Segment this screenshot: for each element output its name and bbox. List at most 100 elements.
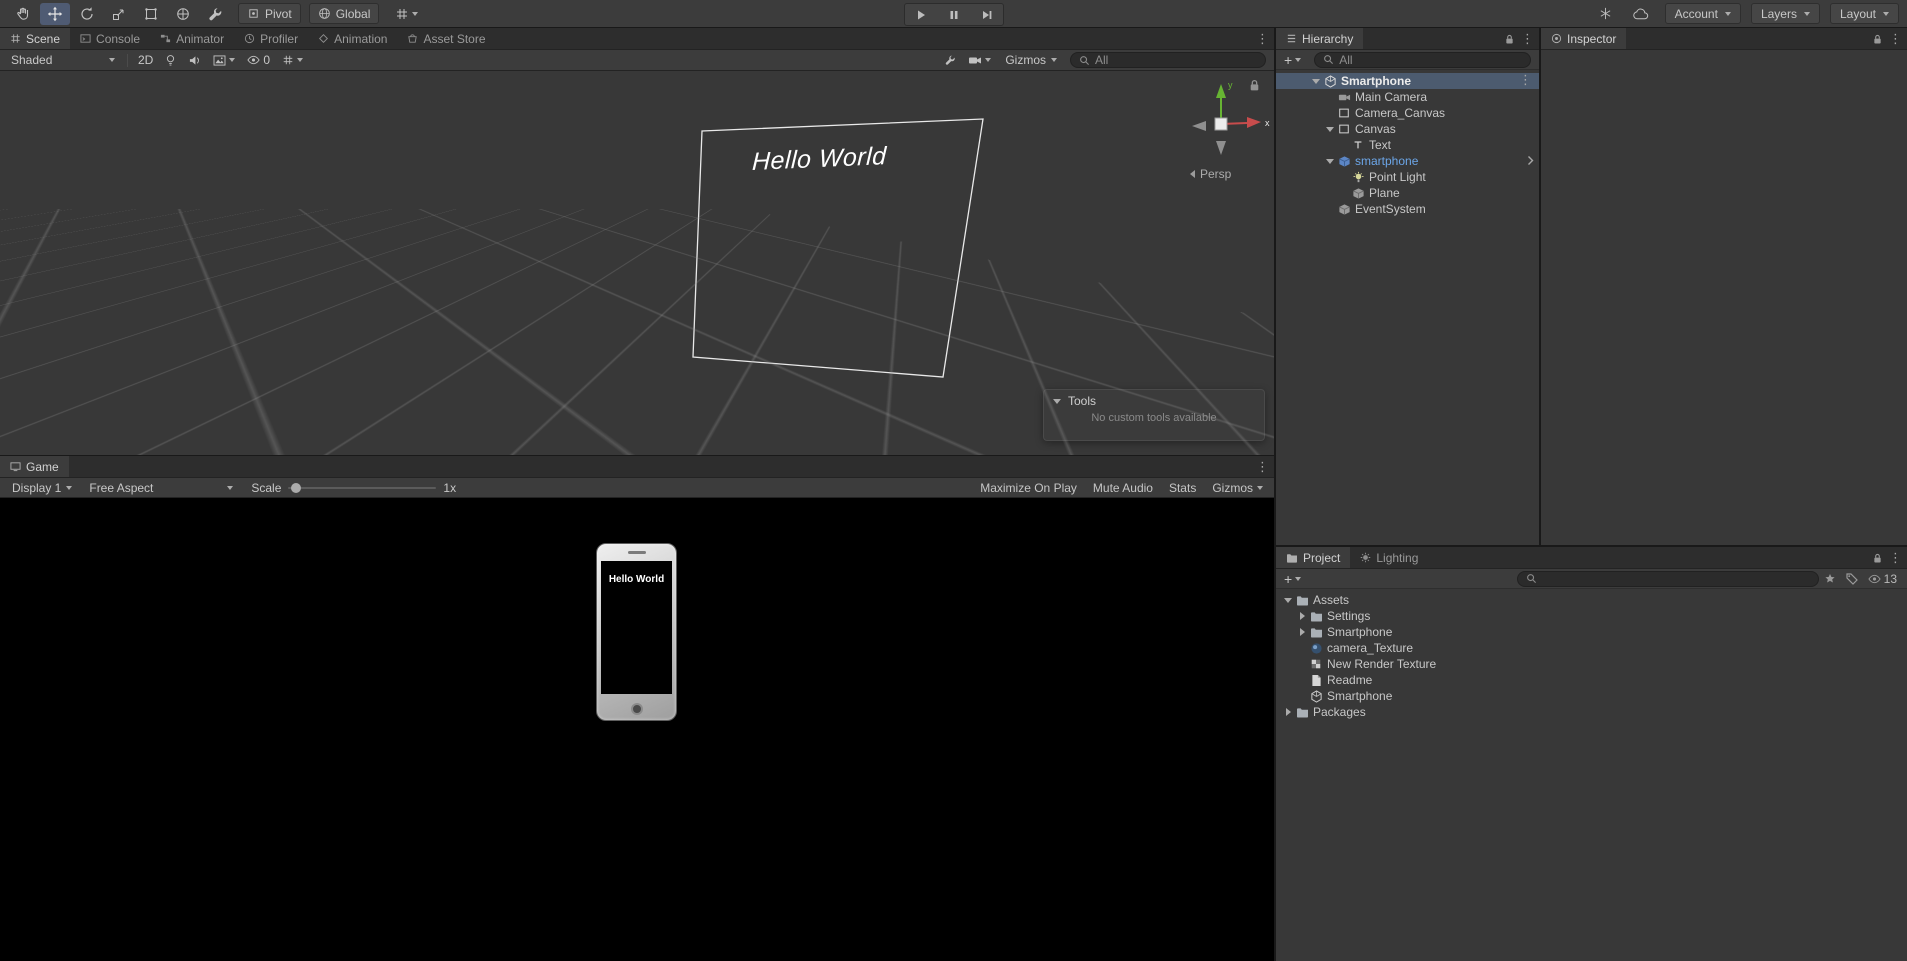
scale-slider[interactable] — [288, 481, 437, 495]
foldout-icon[interactable] — [1282, 706, 1294, 718]
project-item-settings[interactable]: Settings — [1276, 608, 1907, 624]
aspect-ratio-dropdown[interactable]: Free Aspect — [82, 479, 240, 496]
tool-settings-button[interactable] — [939, 52, 961, 69]
hidden-objects-toggle[interactable]: 0 — [242, 52, 275, 69]
global-toggle[interactable]: Global — [308, 3, 380, 24]
game-viewport: Hello World — [0, 498, 1274, 960]
custom-tools-button[interactable] — [200, 3, 230, 25]
tab-animation[interactable]: Animation — [308, 28, 397, 49]
main-toolbar: Pivot Global Account Layers Layout — [0, 0, 1907, 28]
project-item-smartphone-folder[interactable]: Smartphone — [1276, 624, 1907, 640]
foldout-icon[interactable] — [1310, 75, 1322, 87]
tab-profiler[interactable]: Profiler — [234, 28, 308, 49]
display-dropdown[interactable]: Display 1 — [5, 479, 79, 496]
animator-tab-icon — [160, 33, 171, 44]
open-prefab-arrow[interactable] — [1527, 155, 1534, 166]
project-lock-icon[interactable] — [1873, 553, 1882, 564]
tools-foldout-icon[interactable] — [1051, 395, 1063, 407]
foldout-icon[interactable] — [1296, 626, 1308, 638]
tab-lighting[interactable]: Lighting — [1350, 547, 1428, 568]
grid-snapping-button[interactable] — [391, 3, 421, 25]
scene-audio-toggle[interactable] — [183, 52, 206, 69]
tab-asset-store[interactable]: Asset Store — [397, 28, 495, 49]
scene-camera-dropdown[interactable] — [963, 52, 996, 69]
project-item-readme[interactable]: Readme — [1276, 672, 1907, 688]
project-create-button[interactable]: + — [1281, 572, 1304, 586]
services-button[interactable] — [1593, 3, 1619, 25]
gizmos-dropdown[interactable]: Gizmos — [998, 52, 1064, 69]
shading-mode-dropdown[interactable]: Shaded — [4, 52, 122, 69]
rotate-tool-button[interactable] — [72, 3, 102, 25]
mute-label: Mute Audio — [1092, 480, 1153, 495]
scale-slider-handle[interactable] — [291, 482, 302, 493]
project-item-smartphone-scene[interactable]: Smartphone — [1276, 688, 1907, 704]
play-button[interactable] — [905, 4, 937, 25]
project-item-new-render-texture[interactable]: New Render Texture — [1276, 656, 1907, 672]
account-dropdown[interactable]: Account — [1664, 3, 1741, 24]
hierarchy-item-plane[interactable]: Plane — [1276, 185, 1539, 201]
tab-project[interactable]: Project — [1276, 547, 1351, 568]
search-by-label-button[interactable] — [1841, 570, 1863, 587]
foldout-icon[interactable] — [1324, 155, 1336, 167]
cloud-button[interactable] — [1629, 3, 1655, 25]
tab-inspector[interactable]: Inspector — [1541, 28, 1627, 49]
foldout-spacer — [1338, 187, 1350, 199]
project-item-assets[interactable]: Assets — [1276, 592, 1907, 608]
scene-lock-icon[interactable] — [1249, 79, 1260, 92]
hierarchy-create-button[interactable]: + — [1281, 53, 1304, 67]
layout-dropdown[interactable]: Layout — [1829, 3, 1899, 24]
project-item-packages[interactable]: Packages — [1276, 704, 1907, 720]
hierarchy-item-camera-canvas[interactable]: Camera_Canvas — [1276, 105, 1539, 121]
tab-console[interactable]: Console — [70, 28, 150, 49]
inspector-lock-icon[interactable] — [1873, 34, 1882, 45]
hierarchy-item-scene[interactable]: Smartphone ⋮ — [1276, 73, 1539, 89]
game-gizmos-dropdown[interactable]: Gizmos — [1206, 480, 1269, 496]
hierarchy-item-point-light[interactable]: Point Light — [1276, 169, 1539, 185]
toggle-2d-button[interactable]: 2D — [133, 52, 158, 69]
scene-effects-dropdown[interactable] — [208, 52, 240, 69]
hierarchy-item-eventsystem[interactable]: EventSystem — [1276, 201, 1539, 217]
scene-lighting-toggle[interactable] — [160, 52, 181, 69]
foldout-icon[interactable] — [1324, 123, 1336, 135]
hierarchy-search-input[interactable]: All — [1314, 51, 1531, 68]
visible-items-counter[interactable]: 13 — [1863, 570, 1902, 587]
project-menu-icon[interactable]: ⋮ — [1889, 552, 1902, 565]
search-by-type-button[interactable] — [1819, 570, 1841, 587]
hierarchy-item-canvas[interactable]: Canvas — [1276, 121, 1539, 137]
scale-tool-button[interactable] — [104, 3, 134, 25]
hierarchy-item-text[interactable]: Text — [1276, 137, 1539, 153]
rect-tool-button[interactable] — [136, 3, 166, 25]
game-tab-menu-icon[interactable]: ⋮ — [1256, 461, 1269, 474]
scene-tab-menu-icon[interactable]: ⋮ — [1256, 33, 1269, 46]
view-hand-tool-button[interactable] — [8, 3, 38, 25]
scene-grid-dropdown[interactable] — [277, 52, 308, 69]
project-search-input[interactable] — [1516, 570, 1819, 587]
move-tool-button[interactable] — [40, 2, 70, 25]
pivot-toggle[interactable]: Pivot — [238, 3, 301, 24]
shading-mode-label: Shaded — [11, 53, 53, 67]
hierarchy-lock-icon[interactable] — [1505, 34, 1514, 45]
mute-audio-button[interactable]: Mute Audio — [1087, 480, 1159, 496]
scene-row-menu-icon[interactable]: ⋮ — [1519, 74, 1532, 87]
hierarchy-menu-icon[interactable]: ⋮ — [1521, 33, 1534, 46]
pause-button[interactable] — [938, 4, 970, 25]
tab-animator[interactable]: Animator — [150, 28, 234, 49]
document-icon — [1309, 673, 1323, 687]
transform-tool-button[interactable] — [168, 3, 198, 25]
scene-viewport[interactable]: Hello World y x Persp Tools No custom to… — [0, 71, 1274, 455]
scene-search-input[interactable]: All — [1070, 52, 1266, 68]
tab-scene[interactable]: Scene — [0, 28, 71, 49]
project-item-camera-texture[interactable]: camera_Texture — [1276, 640, 1907, 656]
hierarchy-item-smartphone-prefab[interactable]: smartphone — [1276, 153, 1539, 169]
stats-button[interactable]: Stats — [1163, 480, 1202, 496]
maximize-on-play-button[interactable]: Maximize On Play — [974, 480, 1083, 496]
step-button[interactable] — [971, 4, 1003, 25]
foldout-icon[interactable] — [1282, 594, 1294, 606]
inspector-menu-icon[interactable]: ⋮ — [1889, 33, 1902, 46]
perspective-mode-label[interactable]: Persp — [1190, 167, 1231, 181]
hierarchy-item-main-camera[interactable]: Main Camera — [1276, 89, 1539, 105]
tab-hierarchy[interactable]: Hierarchy — [1276, 28, 1364, 49]
tab-game[interactable]: Game — [0, 456, 69, 477]
layers-dropdown[interactable]: Layers — [1750, 3, 1820, 24]
foldout-icon[interactable] — [1296, 610, 1308, 622]
